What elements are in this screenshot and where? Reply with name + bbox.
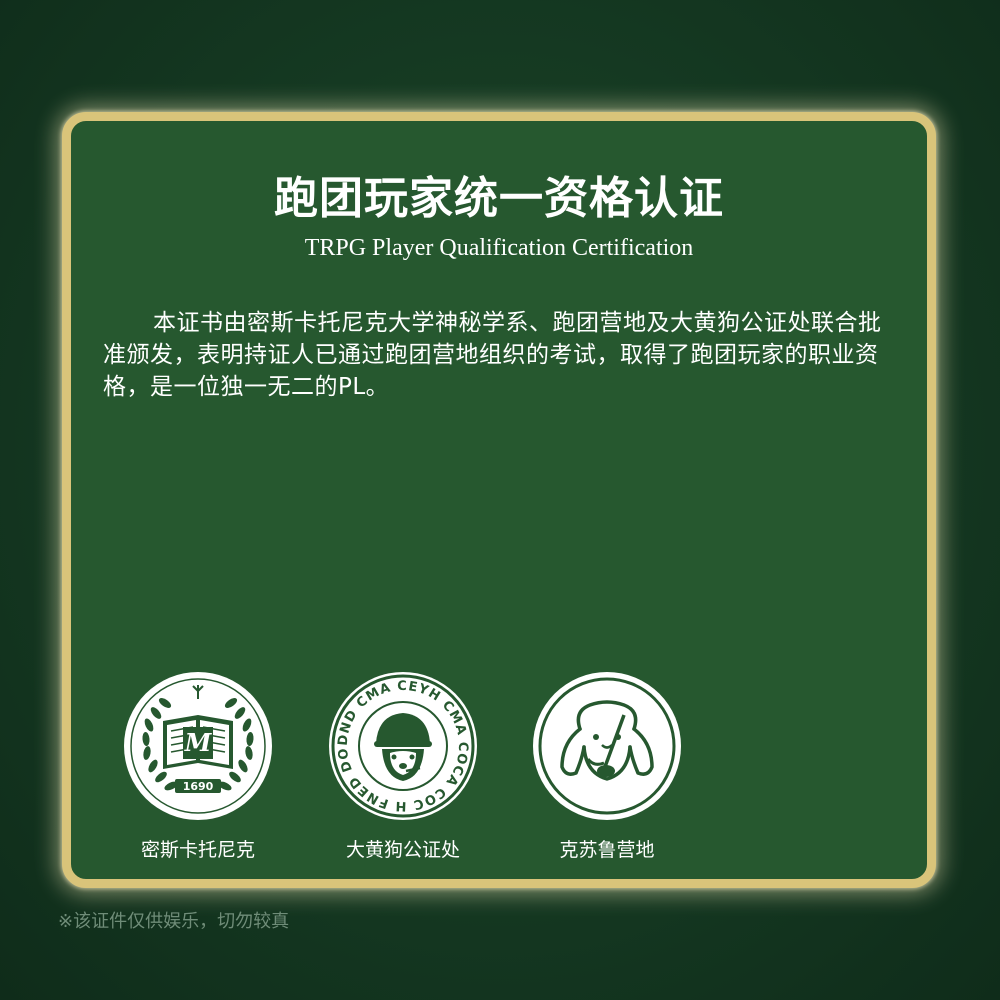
seal-label-yellow-dog: 大黄狗公证处 xyxy=(345,839,460,861)
certificate-subtitle: TRPG Player Qualification Certification xyxy=(304,235,694,261)
seal-cthulhu-camp: 克苏鲁营地 xyxy=(532,671,682,862)
certificate-title: 跑团玩家统一资格认证 xyxy=(274,173,724,224)
svg-text:1690: 1690 xyxy=(183,780,214,793)
seal-label-miskatonic: 密斯卡托尼克 xyxy=(140,839,255,861)
disclaimer-note: ※该证件仅供娱乐，切勿较真 xyxy=(58,911,290,932)
certificate-body: 本证书由密斯卡托尼克大学神秘学系、跑团营地及大黄狗公证处联合批准颁发，表明持证人… xyxy=(103,310,882,400)
miskatonic-university-seal-icon: M 1690 xyxy=(124,672,272,820)
certificate-card: 跑团玩家统一资格认证 TRPG Player Qualification Cer… xyxy=(62,112,936,888)
svg-text:M: M xyxy=(184,728,213,757)
seal-miskatonic: M 1690 密斯卡托尼克 xyxy=(123,671,273,862)
seal-yellow-dog: DND CMA CEYH CMA COCA COC H FNED DOA 大黄狗… xyxy=(328,671,478,862)
yellow-dog-notary-seal-icon: DND CMA CEYH CMA COCA COC H FNED DOA xyxy=(328,671,477,820)
cthulhu-camp-seal-icon xyxy=(533,672,681,820)
seal-label-cthulhu-camp: 克苏鲁营地 xyxy=(559,839,655,861)
